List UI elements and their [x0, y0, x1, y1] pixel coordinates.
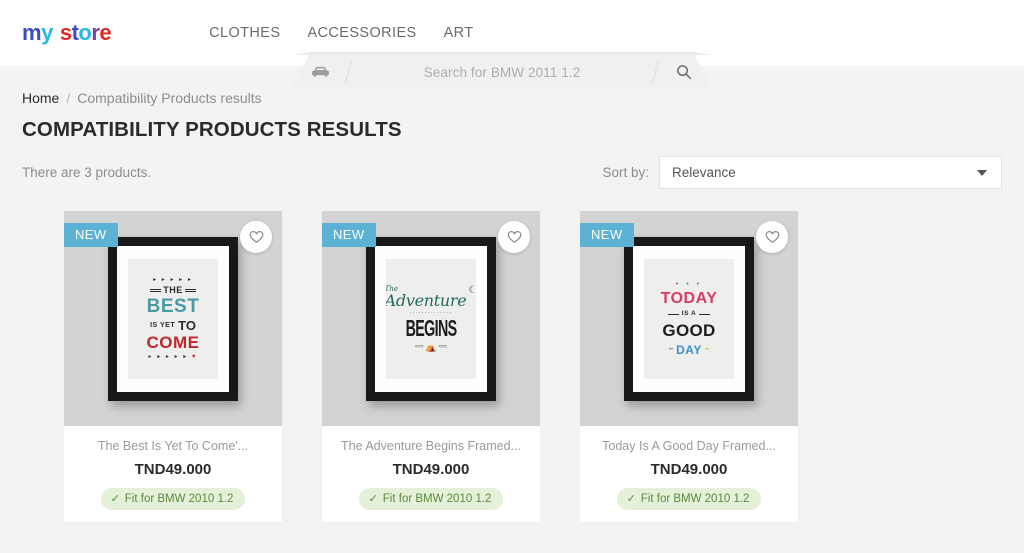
chevron-down-icon — [977, 169, 987, 176]
wishlist-heart-icon[interactable] — [498, 221, 530, 253]
product-thumbnail[interactable]: NEW The Adventure — [322, 211, 540, 426]
fitment-badge: ✓ Fit for BMW 2010 1.2 — [616, 488, 762, 510]
product-title[interactable]: The Adventure Begins Framed... — [332, 439, 530, 453]
search-icon[interactable] — [656, 60, 712, 80]
poster-line-day: DAY — [676, 342, 702, 357]
logo-letter-s: s — [59, 20, 72, 45]
poster-frame: The Adventure ☾ ·············· BEGINS ≈≈… — [366, 236, 496, 401]
poster-bars-left — [150, 287, 162, 294]
poster-artwork: ▸ ▸ ▸ ▸ ▸ THE BEST IS YET TO COME ▸ ▸ ▸ … — [128, 258, 218, 379]
product-price: TND49.000 — [134, 461, 212, 478]
logo-letter-o: o — [78, 20, 92, 45]
results-toolbar: There are 3 products. Sort by: Relevance — [22, 156, 1002, 189]
wishlist-heart-icon[interactable] — [240, 221, 272, 253]
fitment-badge: ✓ Fit for BMW 2010 1.2 — [100, 488, 246, 510]
poster-line-to: TO — [178, 318, 196, 333]
fitment-badge: ✓ Fit for BMW 2010 1.2 — [358, 488, 504, 510]
poster-line-isa: IS A — [681, 310, 697, 318]
check-icon: ✓ — [368, 493, 378, 505]
nav-item-clothes[interactable]: CLOTHES — [209, 25, 280, 41]
poster-arrows-bottom: ▸ ▸ ▸ ▸ ▸ — [148, 354, 189, 360]
poster-dots-right: •• — [704, 346, 710, 353]
poster-line-begins: BEGINS — [405, 314, 458, 341]
poster-line-today: TODAY — [660, 290, 718, 308]
compatibility-search-bar: Search for BMW 2011 1.2 — [292, 52, 712, 88]
product-card[interactable]: NEW • • • TODAY IS A GOOD •• DAY •• Toda… — [580, 211, 798, 522]
poster-line-come: COME — [146, 333, 200, 352]
poster-line-isyet: IS YET — [150, 322, 176, 329]
logo-letter-r: r — [91, 20, 100, 45]
product-price: TND49.000 — [650, 461, 728, 478]
site-logo[interactable]: my store — [22, 20, 112, 45]
page-title: COMPATIBILITY PRODUCTS RESULTS — [22, 118, 402, 141]
poster-dots-top: • • • — [675, 281, 703, 289]
badge-new: NEW — [64, 223, 118, 247]
poster-line-best: BEST — [146, 296, 200, 317]
sort-label: Sort by: — [602, 165, 649, 180]
poster-heart-icon: ♥ — [191, 354, 198, 360]
sort-select[interactable]: Relevance — [659, 156, 1002, 189]
moon-icon: ☾ — [468, 284, 476, 296]
sort-control: Sort by: Relevance — [602, 156, 1002, 189]
logo-letter-e: e — [99, 20, 112, 45]
fitment-label: Fit for BMW 2010 1.2 — [382, 492, 492, 505]
fitment-label: Fit for BMW 2010 1.2 — [640, 492, 750, 505]
product-grid: NEW ▸ ▸ ▸ ▸ ▸ THE BEST IS YET TO COME ▸ … — [22, 211, 1002, 522]
logo-letter-y: y — [41, 20, 53, 45]
nav-item-art[interactable]: ART — [444, 25, 474, 41]
search-input[interactable]: Search for BMW 2011 1.2 — [349, 61, 655, 80]
breadcrumb-home[interactable]: Home — [22, 90, 59, 106]
breadcrumb-current: Compatibility Products results — [77, 90, 262, 106]
breadcrumb-separator: / — [66, 90, 71, 106]
poster-bars-right — [184, 287, 196, 294]
sort-selected-value: Relevance — [672, 165, 736, 180]
poster-squiggle-left: ≈≈≈ — [415, 343, 424, 350]
logo-letter-t: t — [71, 20, 79, 45]
poster-frame: • • • TODAY IS A GOOD •• DAY •• — [624, 236, 754, 401]
check-icon: ✓ — [626, 493, 636, 505]
product-price: TND49.000 — [392, 461, 470, 478]
breadcrumb: Home / Compatibility Products results — [22, 90, 1002, 106]
fitment-label: Fit for BMW 2010 1.2 — [124, 492, 234, 505]
badge-new: NEW — [580, 223, 634, 247]
poster-arrows-top: ▸ ▸ ▸ ▸ ▸ — [153, 277, 193, 283]
logo-letter-m: m — [22, 20, 42, 45]
main-navigation: CLOTHES ACCESSORIES ART — [209, 25, 473, 41]
product-title[interactable]: Today Is A Good Day Framed... — [590, 439, 788, 453]
product-thumbnail[interactable]: NEW ▸ ▸ ▸ ▸ ▸ THE BEST IS YET TO COME ▸ … — [64, 211, 282, 426]
product-card[interactable]: NEW ▸ ▸ ▸ ▸ ▸ THE BEST IS YET TO COME ▸ … — [64, 211, 282, 522]
poster-artwork: The Adventure ☾ ·············· BEGINS ≈≈… — [386, 258, 476, 379]
badge-new: NEW — [322, 223, 376, 247]
poster-rule-right — [699, 313, 711, 316]
product-title[interactable]: The Best Is Yet To Come'... — [74, 439, 272, 453]
check-icon: ✓ — [110, 493, 120, 505]
product-count: There are 3 products. — [22, 165, 152, 180]
car-icon[interactable] — [292, 62, 348, 78]
nav-item-accessories[interactable]: ACCESSORIES — [307, 25, 416, 41]
poster-dots-left: •• — [668, 346, 674, 353]
poster-squiggle-right: ≈≈≈ — [438, 343, 447, 350]
poster-line-adventure: Adventure — [386, 290, 467, 310]
product-thumbnail[interactable]: NEW • • • TODAY IS A GOOD •• DAY •• — [580, 211, 798, 426]
product-card[interactable]: NEW The Adventure — [322, 211, 540, 522]
poster-artwork: • • • TODAY IS A GOOD •• DAY •• — [644, 258, 734, 379]
poster-rule-left — [667, 313, 679, 316]
poster-frame: ▸ ▸ ▸ ▸ ▸ THE BEST IS YET TO COME ▸ ▸ ▸ … — [108, 236, 238, 401]
tent-icon: ⛺ — [425, 341, 437, 352]
poster-line-the: THE — [163, 285, 183, 295]
wishlist-heart-icon[interactable] — [756, 221, 788, 253]
poster-line-good: GOOD — [662, 320, 716, 340]
